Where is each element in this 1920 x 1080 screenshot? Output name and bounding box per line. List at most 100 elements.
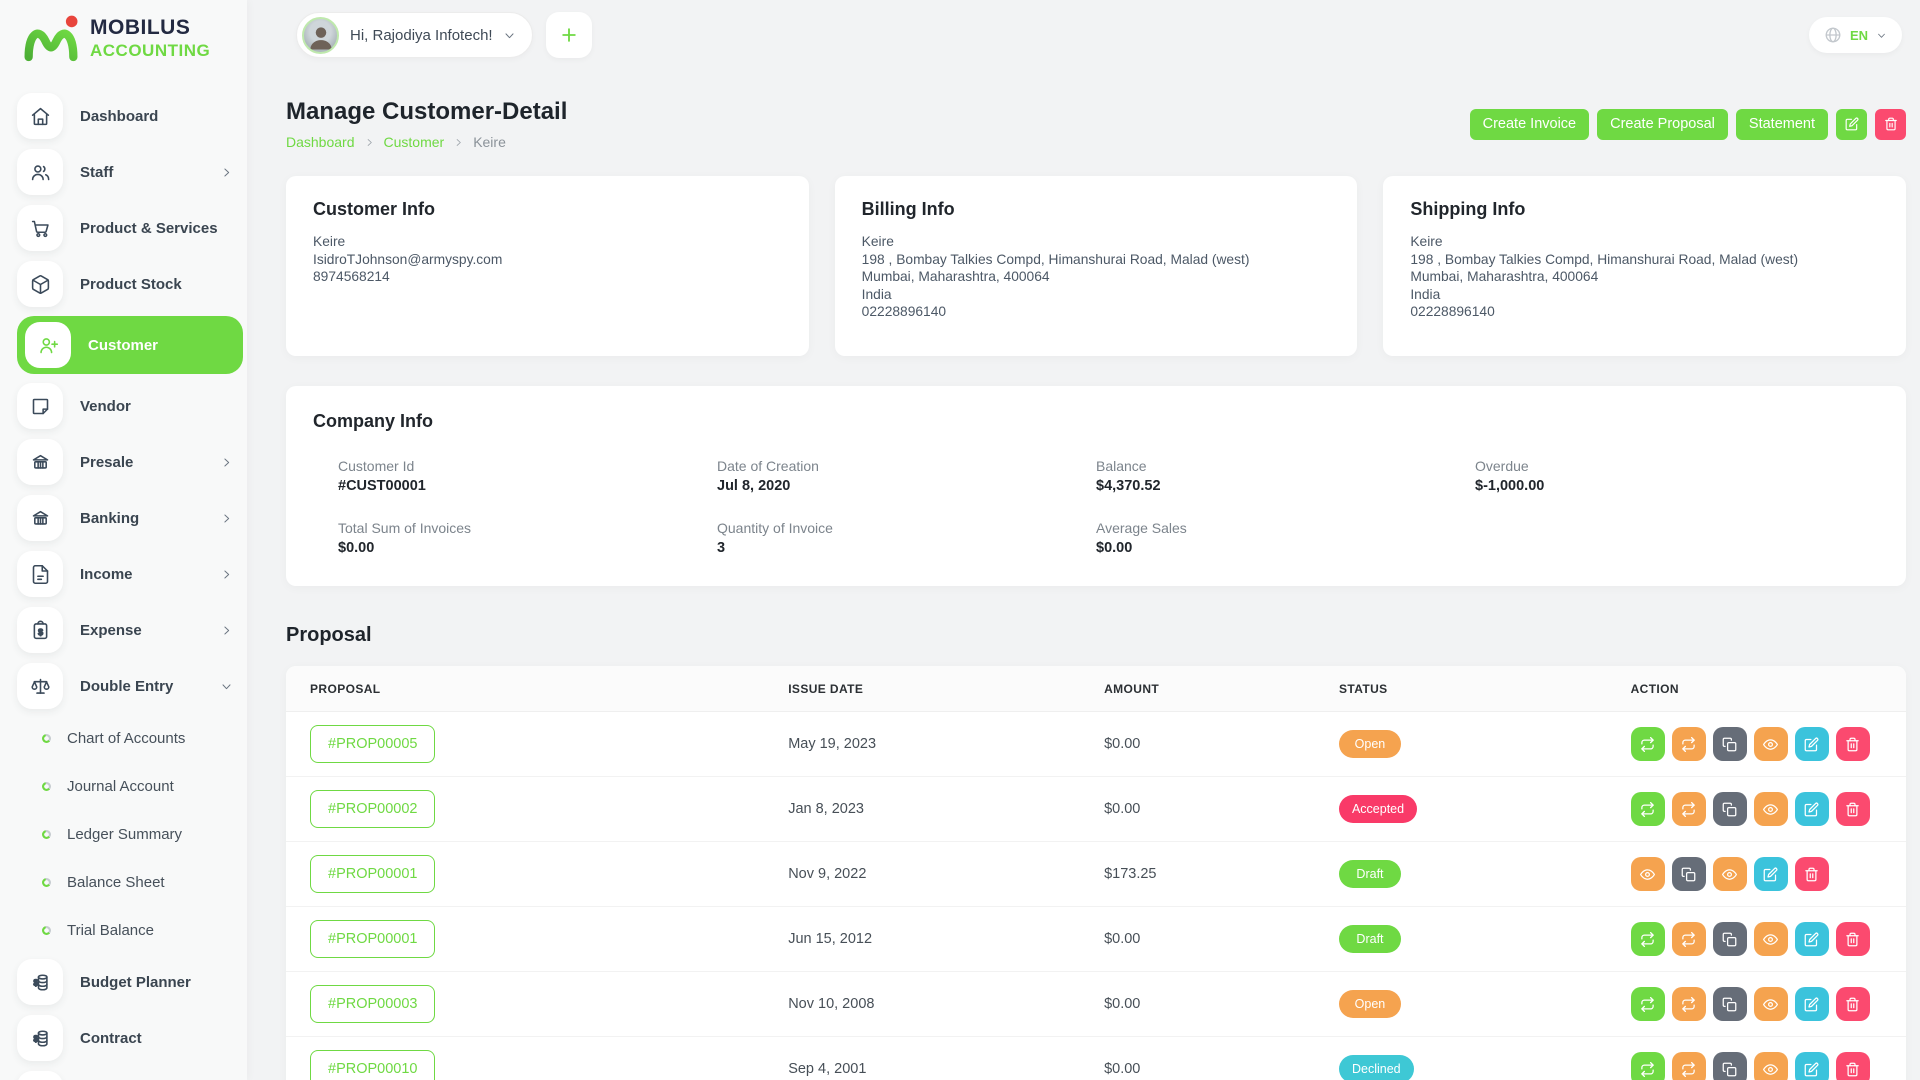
view-button[interactable] (1754, 792, 1788, 826)
sidebar-item-customer[interactable]: Customer (17, 316, 243, 374)
view-button[interactable] (1754, 987, 1788, 1021)
language-selector[interactable]: EN (1809, 17, 1902, 53)
edit-icon (1804, 1062, 1819, 1077)
repeat-icon (1681, 997, 1696, 1012)
sidebar-item-dashboard[interactable]: Dashboard (0, 88, 247, 144)
convert-alt-button[interactable] (1672, 727, 1706, 761)
file-icon (30, 564, 51, 585)
brand-m-icon (22, 14, 80, 62)
convert-button[interactable] (1631, 727, 1665, 761)
column-header-amount: AMOUNT (1104, 682, 1339, 696)
sidebar-item-product-services[interactable]: Product & Services (0, 200, 247, 256)
duplicate-button[interactable] (1713, 987, 1747, 1021)
amount-cell: $0.00 (1104, 996, 1339, 1012)
add-button[interactable] (546, 12, 592, 58)
sidebar-item-expense[interactable]: Expense (0, 602, 247, 658)
edit-icon (1804, 737, 1819, 752)
delete-button[interactable] (1836, 1052, 1870, 1080)
view-button[interactable] (1754, 1052, 1788, 1080)
sidebar-item-contract[interactable]: Contract (0, 1010, 247, 1066)
edit-button[interactable] (1795, 1052, 1829, 1080)
edit-button[interactable] (1795, 792, 1829, 826)
sidebar-item-double-entry[interactable]: Double Entry (0, 658, 247, 714)
breadcrumb-customer[interactable]: Customer (384, 134, 445, 150)
sidebar-subitem-label: Balance Sheet (67, 874, 165, 891)
sidebar-item-banking[interactable]: Banking (0, 490, 247, 546)
sidebar-item-product-stock[interactable]: Product Stock (0, 256, 247, 312)
convert-alt-button[interactable] (1672, 987, 1706, 1021)
convert-button[interactable] (1631, 922, 1665, 956)
user-menu[interactable]: Hi, Rajodiya Infotech! (296, 12, 533, 58)
sidebar-subitem-balance-sheet[interactable]: Balance Sheet (0, 858, 247, 906)
sidebar-menu: Dashboard Staff Product & Services Produ… (0, 72, 247, 1080)
view-button[interactable] (1754, 922, 1788, 956)
sidebar-item-staff[interactable]: Staff (0, 144, 247, 200)
view-button[interactable] (1754, 727, 1788, 761)
chevron-right-icon (220, 512, 233, 525)
card-title: Billing Info (862, 199, 1331, 220)
amount-cell: $0.00 (1104, 931, 1339, 947)
convert-alt-button[interactable] (1672, 792, 1706, 826)
sidebar-subitem-ledger-summary[interactable]: Ledger Summary (0, 810, 247, 858)
sidebar-item-budget-planner[interactable]: Budget Planner (0, 954, 247, 1010)
delete-button[interactable] (1836, 792, 1870, 826)
convert-button[interactable] (1631, 792, 1665, 826)
sidebar-subitem-trial-balance[interactable]: Trial Balance (0, 906, 247, 954)
proposal-link[interactable]: #PROP00003 (310, 985, 435, 1023)
breadcrumb-dashboard[interactable]: Dashboard (286, 134, 355, 150)
billing-address: 198 , Bombay Talkies Compd, Himanshurai … (862, 251, 1331, 269)
delete-customer-button[interactable] (1875, 109, 1906, 140)
view-button[interactable] (1713, 857, 1747, 891)
sidebar-item-label: Product Stock (80, 276, 182, 293)
delete-button[interactable] (1836, 922, 1870, 956)
edit-customer-button[interactable] (1836, 109, 1867, 140)
edit-button[interactable] (1795, 922, 1829, 956)
duplicate-button[interactable] (1713, 922, 1747, 956)
sidebar-subitem-chart-of-accounts[interactable]: Chart of Accounts (0, 714, 247, 762)
box-icon (30, 274, 51, 295)
convert-alt-button[interactable] (1672, 922, 1706, 956)
edit-button[interactable] (1754, 857, 1788, 891)
create-invoice-button[interactable]: Create Invoice (1470, 109, 1590, 140)
edit-button[interactable] (1795, 987, 1829, 1021)
chevron-right-icon (220, 166, 233, 179)
shipping-info-card: Shipping Info Keire 198 , Bombay Talkies… (1383, 176, 1906, 356)
proposal-link[interactable]: #PROP00010 (310, 1050, 435, 1080)
trash-icon (1884, 117, 1898, 131)
sidebar: MOBILUS ACCOUNTING Dashboard Staff Produ… (0, 0, 247, 1080)
user-plus-icon (38, 335, 59, 356)
delete-button[interactable] (1836, 987, 1870, 1021)
duplicate-button[interactable] (1713, 1052, 1747, 1080)
delete-button[interactable] (1795, 857, 1829, 891)
view-button[interactable] (1631, 857, 1665, 891)
duplicate-button[interactable] (1713, 727, 1747, 761)
proposal-link[interactable]: #PROP00002 (310, 790, 435, 828)
proposal-link[interactable]: #PROP00001 (310, 855, 435, 893)
globe-icon (1824, 26, 1842, 44)
sidebar-item-label: Income (80, 566, 133, 583)
sidebar-item-vendor[interactable]: Vendor (0, 378, 247, 434)
brand-logo[interactable]: MOBILUS ACCOUNTING (0, 0, 247, 72)
column-header-status: STATUS (1339, 682, 1631, 696)
trash-icon (1845, 1062, 1860, 1077)
proposal-link[interactable]: #PROP00001 (310, 920, 435, 958)
convert-button[interactable] (1631, 987, 1665, 1021)
proposal-link[interactable]: #PROP00005 (310, 725, 435, 763)
edit-icon (1763, 867, 1778, 882)
sidebar-subitem-journal-account[interactable]: Journal Account (0, 762, 247, 810)
amount-cell: $0.00 (1104, 801, 1339, 817)
trash-icon (1845, 932, 1860, 947)
duplicate-button[interactable] (1672, 857, 1706, 891)
sidebar-item-partial[interactable] (0, 1066, 247, 1080)
statement-button[interactable]: Statement (1736, 109, 1828, 140)
cart-icon (30, 218, 51, 239)
delete-button[interactable] (1836, 727, 1870, 761)
convert-alt-button[interactable] (1672, 1052, 1706, 1080)
duplicate-button[interactable] (1713, 792, 1747, 826)
convert-button[interactable] (1631, 1052, 1665, 1080)
create-proposal-button[interactable]: Create Proposal (1597, 109, 1728, 140)
edit-button[interactable] (1795, 727, 1829, 761)
sidebar-subitem-label: Ledger Summary (67, 826, 182, 843)
sidebar-item-income[interactable]: Income (0, 546, 247, 602)
sidebar-item-presale[interactable]: Presale (0, 434, 247, 490)
